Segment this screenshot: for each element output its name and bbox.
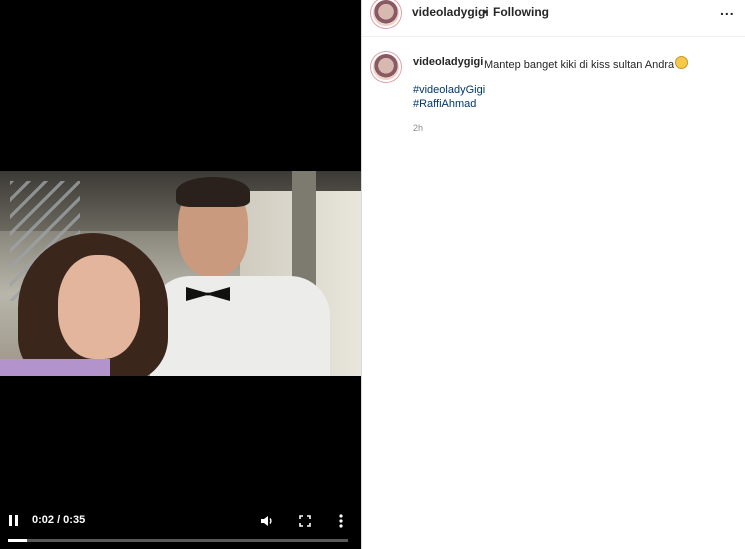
caption-body: Mantep banget kiki di kiss sultan Andra bbox=[484, 59, 675, 71]
separator-dot: • bbox=[483, 5, 488, 19]
woman-figure-body bbox=[0, 359, 110, 376]
avatar[interactable] bbox=[373, 0, 399, 26]
more-vertical-icon[interactable] bbox=[334, 513, 348, 529]
pause-icon[interactable] bbox=[8, 514, 20, 528]
post-panel: videoladygigi • Following ... videoladyg… bbox=[361, 0, 745, 549]
video-player[interactable]: 0:02 / 0:35 bbox=[0, 0, 361, 549]
header-username-link[interactable]: videoladygigi bbox=[412, 5, 489, 19]
hashtag-link[interactable]: #RaffiAhmad bbox=[413, 98, 476, 110]
man-figure-body bbox=[150, 276, 330, 376]
caption-avatar[interactable] bbox=[373, 54, 399, 80]
grinning-face-icon bbox=[675, 56, 689, 69]
caption-username-link[interactable]: videoladygigi bbox=[413, 56, 483, 68]
fullscreen-icon[interactable] bbox=[297, 513, 313, 529]
man-figure-hair bbox=[176, 177, 250, 207]
post-header: videoladygigi • Following ... bbox=[362, 0, 745, 37]
following-button[interactable]: Following bbox=[493, 5, 549, 19]
hashtag-link[interactable]: #videoladyGigi bbox=[413, 84, 485, 96]
volume-icon[interactable] bbox=[259, 513, 275, 529]
post-timestamp[interactable]: 2h bbox=[413, 123, 423, 133]
caption-text: Mantep banget kiki di kiss sultan Andra bbox=[484, 56, 689, 71]
video-frame[interactable] bbox=[0, 171, 361, 376]
video-progress-bar[interactable] bbox=[8, 539, 348, 542]
video-progress-fill bbox=[8, 539, 28, 542]
video-time: 0:02 / 0:35 bbox=[32, 514, 86, 526]
video-controls: 0:02 / 0:35 bbox=[0, 508, 361, 549]
woman-figure-face bbox=[58, 255, 140, 359]
more-options-icon[interactable]: ... bbox=[720, 2, 735, 18]
